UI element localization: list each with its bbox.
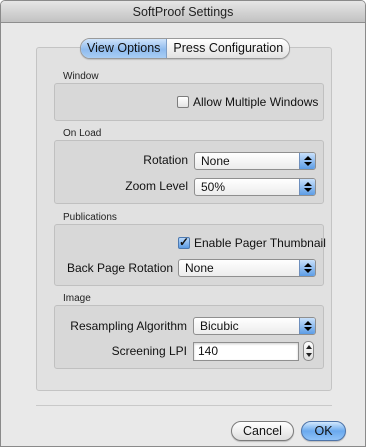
tab-view-options[interactable]: View Options bbox=[81, 39, 168, 58]
screening-lpi-stepper[interactable] bbox=[303, 341, 314, 361]
rotation-label: Rotation bbox=[143, 153, 188, 167]
zoom-level-label: Zoom Level bbox=[125, 179, 188, 193]
tab-press-configuration[interactable]: Press Configuration bbox=[167, 39, 290, 58]
zoom-level-select[interactable]: 50% bbox=[194, 178, 316, 196]
rotation-value: None bbox=[201, 154, 230, 168]
section-label-image: Image bbox=[63, 293, 91, 304]
enable-pager-thumbnail-label: Enable Pager Thumbnail bbox=[194, 236, 326, 250]
select-arrows-icon bbox=[299, 318, 315, 334]
allow-multiple-windows-option[interactable]: Allow Multiple Windows bbox=[177, 95, 318, 109]
select-arrows-icon bbox=[299, 153, 315, 169]
ok-button[interactable]: OK bbox=[301, 421, 346, 441]
cancel-button[interactable]: Cancel bbox=[231, 421, 294, 441]
zoom-level-value: 50% bbox=[201, 180, 226, 194]
rotation-select[interactable]: None bbox=[194, 152, 316, 170]
select-arrows-icon bbox=[299, 260, 315, 276]
back-page-rotation-select[interactable]: None bbox=[178, 259, 316, 277]
enable-pager-thumbnail-checkbox[interactable] bbox=[178, 235, 190, 249]
section-label-window: Window bbox=[63, 71, 99, 82]
enable-pager-thumbnail-option[interactable]: Enable Pager Thumbnail bbox=[178, 235, 326, 250]
divider bbox=[36, 405, 332, 406]
section-label-on-load: On Load bbox=[63, 128, 102, 139]
select-arrows-icon bbox=[299, 179, 315, 195]
tab-bar: View Options Press Configuration bbox=[80, 38, 291, 59]
allow-multiple-windows-checkbox[interactable] bbox=[177, 96, 189, 108]
resampling-algorithm-value: Bicubic bbox=[200, 319, 239, 333]
back-page-rotation-label: Back Page Rotation bbox=[67, 261, 174, 275]
resampling-algorithm-label: Resampling Algorithm bbox=[70, 319, 187, 333]
screening-lpi-label: Screening LPI bbox=[111, 344, 187, 358]
settings-window: SoftProof Settings View Options Press Co… bbox=[0, 0, 366, 447]
section-label-publications: Publications bbox=[63, 212, 117, 223]
resampling-algorithm-select[interactable]: Bicubic bbox=[193, 317, 316, 335]
screening-lpi-input[interactable]: 140 bbox=[193, 342, 299, 361]
window-title: SoftProof Settings bbox=[1, 1, 365, 23]
back-page-rotation-value: None bbox=[185, 261, 214, 275]
allow-multiple-windows-label: Allow Multiple Windows bbox=[193, 95, 319, 109]
